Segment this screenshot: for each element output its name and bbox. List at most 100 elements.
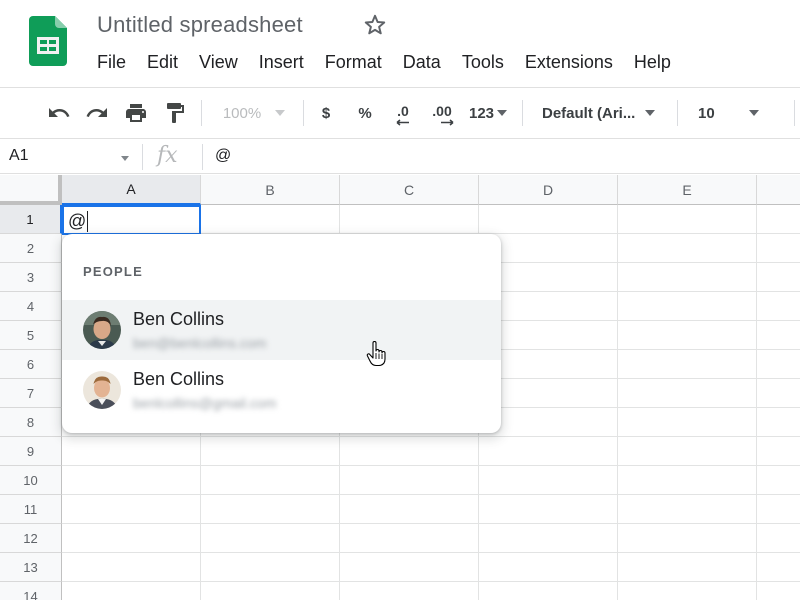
person-name: Ben Collins xyxy=(133,369,225,389)
menu-file[interactable]: File xyxy=(96,52,127,73)
chevron-down-icon xyxy=(275,110,286,116)
column-header-a[interactable]: A xyxy=(62,175,201,205)
hand-pointer-icon xyxy=(366,341,386,367)
menu-extensions[interactable]: Extensions xyxy=(524,52,614,73)
column-header-d[interactable]: D xyxy=(479,175,618,205)
arrow-left-icon xyxy=(396,119,409,126)
gridline xyxy=(62,581,800,582)
row-header[interactable]: 9 xyxy=(0,437,62,466)
gridline xyxy=(756,205,757,600)
person-name: Ben Collins xyxy=(133,309,225,329)
gridline xyxy=(62,465,800,466)
avatar xyxy=(83,371,121,409)
toolbar-divider xyxy=(794,100,795,126)
gridline xyxy=(62,552,800,553)
row-header[interactable]: 4 xyxy=(0,292,62,321)
increase-decimal-button[interactable]: .00 xyxy=(425,88,459,138)
text-cursor xyxy=(87,211,88,232)
print-icon xyxy=(126,104,146,122)
document-title[interactable]: Untitled spreadsheet xyxy=(97,12,303,38)
person-option[interactable]: Ben Collins ben@benlcollins.com xyxy=(62,300,501,360)
row-header[interactable]: 8 xyxy=(0,408,62,437)
font-family-value: Default (Ari... xyxy=(542,104,636,122)
menu-bar: File Edit View Insert Format Data Tools … xyxy=(96,52,691,73)
row-header[interactable]: 13 xyxy=(0,553,62,582)
font-size-select[interactable]: 10 xyxy=(688,88,772,138)
print-button[interactable] xyxy=(121,88,151,138)
row-header[interactable]: 6 xyxy=(0,350,62,379)
undo-button[interactable] xyxy=(44,88,74,138)
toolbar-divider xyxy=(201,100,202,126)
formula-bar: A1 fx @ xyxy=(0,140,800,174)
arrow-right-icon xyxy=(441,119,454,126)
more-formats-button[interactable]: 123 xyxy=(464,88,512,138)
decrease-decimal-label: .0 xyxy=(397,103,409,119)
gridline xyxy=(617,205,618,600)
row-header[interactable]: 14 xyxy=(0,582,62,600)
person-email: benlcollins@gmail.com xyxy=(133,395,277,411)
active-cell-a1[interactable]: @ xyxy=(62,205,201,235)
person-email: ben@benlcollins.com xyxy=(133,335,267,351)
column-header-f[interactable] xyxy=(757,175,800,205)
menu-view[interactable]: View xyxy=(198,52,239,73)
menu-insert[interactable]: Insert xyxy=(258,52,305,73)
chevron-down-icon[interactable] xyxy=(121,156,129,161)
gridline xyxy=(62,494,800,495)
cell-editor-text[interactable]: @ xyxy=(68,211,86,232)
undo-icon xyxy=(49,108,70,117)
decrease-decimal-button[interactable]: .0 xyxy=(388,88,418,138)
toolbar: 100% $ % .0 .00 123 Default (Ari... 10 xyxy=(0,87,800,139)
chevron-down-icon xyxy=(497,110,508,116)
formula-bar-divider xyxy=(202,144,203,170)
font-family-select[interactable]: Default (Ari... xyxy=(534,88,668,138)
percent-label: % xyxy=(358,104,372,122)
redo-icon xyxy=(86,108,107,117)
row-header[interactable]: 1 xyxy=(0,205,62,234)
row-header[interactable]: 12 xyxy=(0,524,62,553)
toolbar-divider xyxy=(677,100,678,126)
gridline xyxy=(62,523,800,524)
formula-bar-divider xyxy=(142,144,143,170)
zoom-select[interactable]: 100% xyxy=(212,88,296,138)
percent-format-button[interactable]: % xyxy=(352,88,378,138)
title-bar: Untitled spreadsheet File Edit View Inse… xyxy=(0,0,800,86)
toolbar-divider xyxy=(522,100,523,126)
star-icon[interactable] xyxy=(362,12,388,38)
row-header[interactable]: 11 xyxy=(0,495,62,524)
menu-format[interactable]: Format xyxy=(324,52,383,73)
menu-help[interactable]: Help xyxy=(633,52,672,73)
fx-icon: fx xyxy=(157,143,178,168)
row-header[interactable]: 3 xyxy=(0,263,62,292)
chevron-down-icon xyxy=(748,110,759,116)
column-header-c[interactable]: C xyxy=(340,175,479,205)
avatar xyxy=(83,311,121,349)
menu-data[interactable]: Data xyxy=(402,52,442,73)
select-all-corner[interactable] xyxy=(0,175,62,205)
row-header[interactable]: 7 xyxy=(0,379,62,408)
gridline xyxy=(62,436,800,437)
person-option[interactable]: Ben Collins benlcollins@gmail.com xyxy=(62,360,501,420)
menu-tools[interactable]: Tools xyxy=(461,52,505,73)
chevron-down-icon xyxy=(645,110,656,116)
increase-decimal-label: .00 xyxy=(432,103,452,119)
currency-label: $ xyxy=(321,104,331,122)
menu-edit[interactable]: Edit xyxy=(146,52,179,73)
row-header[interactable]: 10 xyxy=(0,466,62,495)
formula-input[interactable]: @ xyxy=(215,147,231,165)
toolbar-divider xyxy=(303,100,304,126)
people-suggestion-popup: PEOPLE Ben Collins ben@benlcollins.com B… xyxy=(62,234,501,433)
more-formats-label: 123 xyxy=(468,104,495,122)
column-header-e[interactable]: E xyxy=(618,175,757,205)
paint-format-icon xyxy=(167,103,184,123)
name-box[interactable]: A1 xyxy=(9,147,29,165)
google-sheets-logo[interactable] xyxy=(29,16,67,66)
currency-format-button[interactable]: $ xyxy=(313,88,339,138)
column-header-b[interactable]: B xyxy=(201,175,340,205)
redo-button[interactable] xyxy=(82,88,112,138)
row-header[interactable]: 2 xyxy=(0,234,62,263)
paint-format-button[interactable] xyxy=(160,88,190,138)
popup-heading: PEOPLE xyxy=(83,264,143,279)
row-header[interactable]: 5 xyxy=(0,321,62,350)
zoom-value: 100% xyxy=(222,104,262,122)
font-size-value: 10 xyxy=(698,104,715,122)
